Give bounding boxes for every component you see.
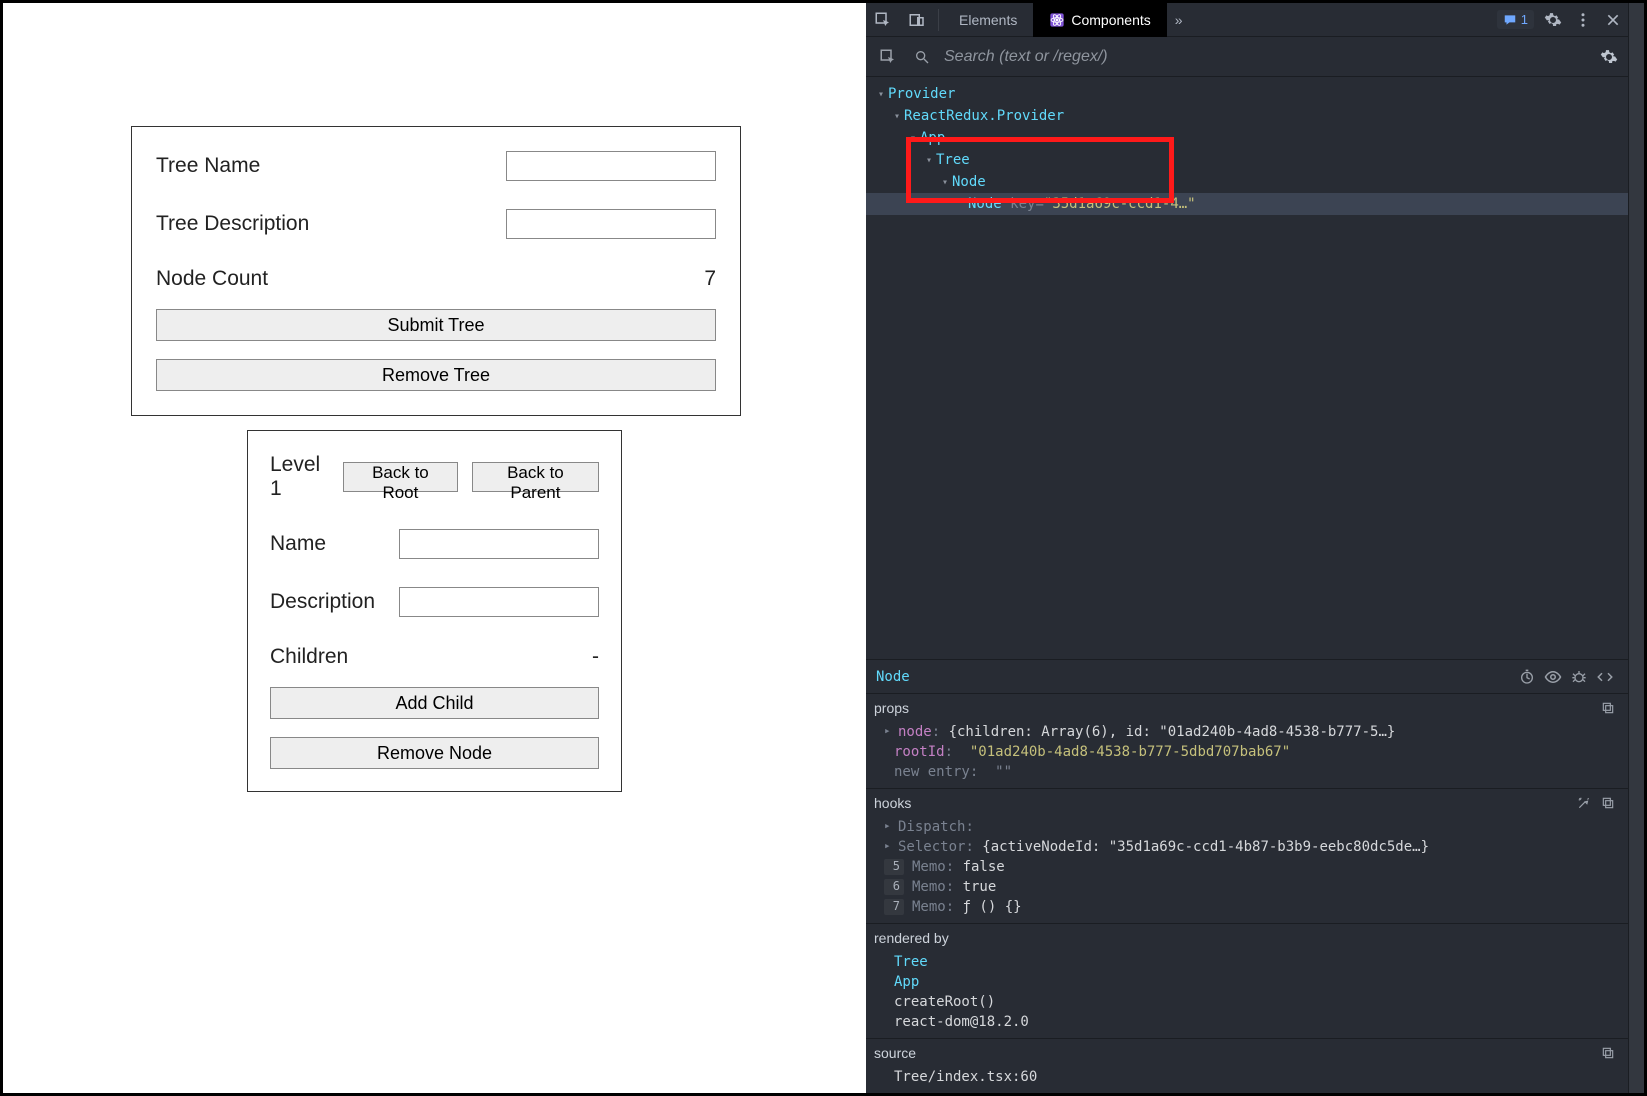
parse-hooks-icon[interactable] — [1572, 796, 1596, 810]
remove-tree-button[interactable]: Remove Tree — [156, 359, 716, 391]
suspend-icon[interactable] — [1514, 669, 1540, 685]
tree-desc-input[interactable] — [506, 209, 716, 239]
back-parent-button[interactable]: Back to Parent — [472, 462, 599, 492]
search-input[interactable] — [944, 48, 1590, 66]
tab-components[interactable]: Components — [1033, 3, 1166, 37]
rendered-by-section: rendered by Tree App createRoot() react-… — [866, 923, 1628, 1038]
rendered-tree-link[interactable]: Tree — [866, 952, 1628, 972]
devtools-toolbar: Elements Components » 1 — [866, 3, 1628, 37]
node-count-value: 7 — [704, 267, 716, 291]
children-label: Children — [270, 645, 592, 669]
inspect-element-icon[interactable] — [866, 3, 900, 37]
node-name-label: Name — [270, 532, 399, 556]
kebab-menu-icon[interactable] — [1568, 3, 1598, 37]
rendered-by-header: rendered by — [874, 930, 1620, 946]
source-section: source Tree/index.tsx:60 — [866, 1038, 1628, 1093]
source-header: source — [874, 1045, 1596, 1061]
selected-component-bar: Node — [866, 659, 1628, 693]
devtools-search-bar — [866, 37, 1628, 77]
device-toggle-icon[interactable] — [900, 3, 934, 37]
hooks-dispatch-line[interactable]: ▸Dispatch: — [866, 817, 1628, 837]
tree-row-provider[interactable]: ▾Provider — [866, 83, 1628, 105]
copy-hooks-icon[interactable] — [1596, 796, 1620, 810]
children-value: - — [592, 645, 599, 669]
inspect-dom-icon[interactable] — [1540, 668, 1566, 686]
level-label: Level 1 — [270, 453, 329, 501]
node-desc-input[interactable] — [399, 587, 599, 617]
components-settings-icon[interactable] — [1600, 48, 1618, 66]
rendered-reactdom: react-dom@18.2.0 — [866, 1012, 1628, 1032]
tree-name-input[interactable] — [506, 151, 716, 181]
props-section: props ▸node: {children: Array(6), id: "0… — [866, 693, 1628, 788]
remove-node-button[interactable]: Remove Node — [270, 737, 599, 769]
submit-tree-button[interactable]: Submit Tree — [156, 309, 716, 341]
tree-row-reactredux[interactable]: ▾ReactRedux.Provider — [866, 105, 1628, 127]
source-path[interactable]: Tree/index.tsx:60 — [866, 1067, 1628, 1087]
devtools-main: Elements Components » 1 — [866, 3, 1628, 1093]
back-root-button[interactable]: Back to Root — [343, 462, 458, 492]
devtools-panel: Elements Components » 1 — [866, 3, 1644, 1093]
settings-icon[interactable] — [1538, 3, 1568, 37]
close-devtools-icon[interactable] — [1598, 3, 1628, 37]
props-newentry-line[interactable]: new entry: "" — [866, 762, 1628, 782]
tree-row-app[interactable]: ▾App — [866, 127, 1628, 149]
view-source-icon[interactable] — [1592, 668, 1618, 686]
debug-icon[interactable] — [1566, 669, 1592, 685]
hooks-selector-line[interactable]: ▸Selector: {activeNodeId: "35d1a69c-ccd1… — [866, 837, 1628, 857]
tree-name-label: Tree Name — [156, 154, 506, 178]
node-panel: Level 1 Back to Root Back to Parent Name… — [247, 430, 622, 792]
messages-badge[interactable]: 1 — [1497, 10, 1534, 29]
tab-elements[interactable]: Elements — [943, 3, 1033, 37]
hooks-section: hooks ▸Dispatch: ▸Selector: {activeNodeI… — [866, 788, 1628, 923]
props-node-line[interactable]: ▸node: {children: Array(6), id: "01ad240… — [866, 722, 1628, 742]
select-element-icon[interactable] — [876, 48, 900, 66]
app-area: Tree Name Tree Description Node Count 7 … — [3, 3, 866, 1093]
component-tree: ▾Provider ▾ReactRedux.Provider ▾App ▾Tre… — [866, 77, 1628, 221]
hooks-header: hooks — [874, 795, 1572, 811]
tree-row-node1[interactable]: ▾Node — [866, 171, 1628, 193]
tabs-overflow-icon[interactable]: » — [1167, 12, 1191, 28]
rendered-createroot: createRoot() — [866, 992, 1628, 1012]
selected-component-name: Node — [876, 669, 910, 685]
copy-source-icon[interactable] — [1596, 1046, 1620, 1060]
devtools-scrollbar[interactable] — [1628, 3, 1644, 1093]
add-child-button[interactable]: Add Child — [270, 687, 599, 719]
hooks-memo7-line[interactable]: 7Memo: ƒ () {} — [866, 897, 1628, 917]
tree-row-tree[interactable]: ▾Tree — [866, 149, 1628, 171]
copy-props-icon[interactable] — [1596, 701, 1620, 715]
node-name-input[interactable] — [399, 529, 599, 559]
props-header: props — [874, 700, 1596, 716]
tree-desc-label: Tree Description — [156, 212, 506, 236]
tree-row-node2[interactable]: Node key="35d1a69c-ccd1-4…" — [866, 193, 1628, 215]
tree-panel: Tree Name Tree Description Node Count 7 … — [131, 126, 741, 416]
tab-components-label: Components — [1071, 12, 1150, 28]
hooks-memo5-line[interactable]: 5Memo: false — [866, 857, 1628, 877]
search-icon — [910, 49, 934, 65]
node-desc-label: Description — [270, 590, 399, 614]
props-rootid-line[interactable]: rootId: "01ad240b-4ad8-4538-b777-5dbd707… — [866, 742, 1628, 762]
rendered-app-link[interactable]: App — [866, 972, 1628, 992]
node-count-label: Node Count — [156, 267, 704, 291]
hooks-memo6-line[interactable]: 6Memo: true — [866, 877, 1628, 897]
messages-count: 1 — [1521, 12, 1528, 27]
window-root: Tree Name Tree Description Node Count 7 … — [0, 0, 1647, 1096]
